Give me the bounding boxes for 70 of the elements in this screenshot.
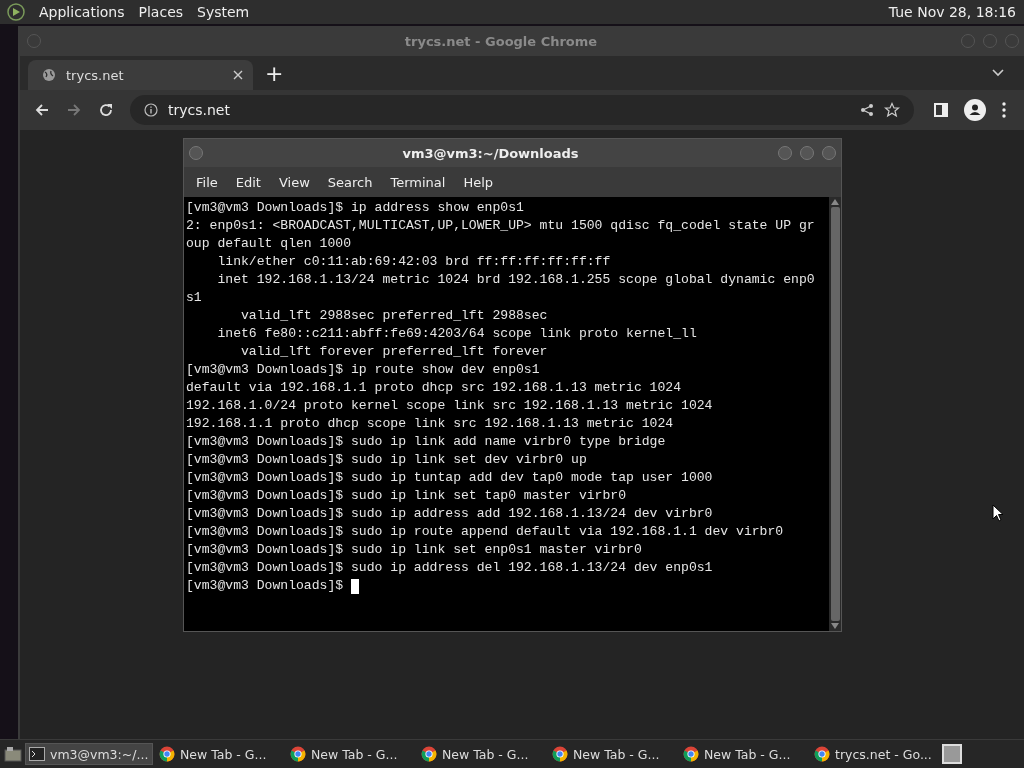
side-panel-icon[interactable] [934, 103, 948, 117]
menu-item[interactable]: Edit [226, 174, 270, 190]
terminal-prompt: [vm3@vm3 Downloads]$ [186, 577, 344, 595]
reload-icon[interactable] [98, 102, 114, 118]
terminal-line: inet 192.168.1.13/24 metric 1024 brd 192.168.1.255 scope global dynamic enp0 [216, 271, 816, 289]
taskbar-button[interactable]: New Tab - G... [549, 743, 677, 765]
taskbar-button[interactable]: vm3@vm3:~/... [25, 743, 153, 765]
chrome-icon [814, 746, 830, 762]
new-tab-button[interactable]: + [253, 60, 296, 90]
more-menu-icon[interactable] [1002, 102, 1006, 118]
menu-item[interactable]: Search [318, 174, 382, 190]
scroll-thumb[interactable] [830, 207, 840, 621]
text-cursor [351, 578, 360, 594]
chrome-icon [683, 746, 699, 762]
chrome-icon [421, 746, 437, 762]
star-icon[interactable] [884, 102, 900, 118]
globe-icon [42, 68, 56, 82]
menu-item[interactable]: Help [454, 174, 503, 190]
clock[interactable]: Tue Nov 28, 18:16 [888, 4, 1016, 20]
terminal-line: oup default qlen 1000 [186, 235, 352, 253]
browser-tab[interactable]: trycs.net [28, 60, 253, 90]
terminal-line: 2: enp0s1: <BROADCAST,MULTICAST,UP,LOWER_UP> mtu 1500 qdisc fq_codel state UP gr [186, 217, 816, 235]
terminal-line: valid_lft 2988sec preferred_lft 2988sec [240, 307, 549, 325]
terminal-line: [vm3@vm3 Downloads]$ sudo ip link set dev virbr0 up [186, 451, 588, 469]
terminal-line: [vm3@vm3 Downloads]$ ip address show enp0s1 [186, 199, 525, 217]
panel-menu[interactable]: Applications [32, 4, 132, 20]
menu-item[interactable]: View [269, 174, 319, 190]
taskbar-button[interactable]: New Tab - G... [287, 743, 415, 765]
scroll-down-icon[interactable] [831, 623, 839, 629]
chrome-icon [552, 746, 568, 762]
window-title: vm3@vm3:~/Downloads [401, 145, 580, 161]
share-icon[interactable] [860, 103, 874, 117]
terminal-line: 192.168.1.0/24 proto kernel scope link src 192.168.1.13 metric 1024 [186, 397, 714, 415]
terminal-icon [29, 747, 45, 761]
scroll-up-icon[interactable] [831, 199, 839, 205]
taskbar-button[interactable]: New Tab - G... [680, 743, 808, 765]
chrome-icon [290, 746, 306, 762]
menu-item[interactable]: Terminal [381, 174, 455, 190]
workspace-switcher-icon[interactable] [942, 744, 962, 764]
terminal-line: [vm3@vm3 Downloads]$ sudo ip tuntap add dev tap0 mode tap user 1000 [186, 469, 714, 487]
terminal-line: [vm3@vm3 Downloads]$ sudo ip link add name virbr0 type bridge [186, 433, 667, 451]
profile-icon[interactable] [964, 99, 986, 121]
address-bar[interactable]: trycs.net [130, 95, 914, 125]
chrome-icon [159, 746, 175, 762]
mouse-pointer-icon [992, 504, 1004, 522]
panel-menu[interactable]: System [190, 4, 257, 20]
taskbar-button[interactable]: New Tab - G... [156, 743, 284, 765]
terminal-line: [vm3@vm3 Downloads]$ sudo ip link set enp0s1 master virbr0 [186, 541, 643, 559]
forward-icon[interactable] [66, 102, 82, 118]
terminal-line: [vm3@vm3 Downloads]$ sudo ip address add 192.168.1.13/24 dev virbr0 [186, 505, 714, 523]
terminal-line: valid_lft forever preferred_lft forever [240, 343, 549, 361]
scrollbar[interactable] [829, 197, 841, 631]
panel-menu[interactable]: Places [131, 4, 191, 20]
terminal-line: inet6 fe80::c211:abff:fe69:4203/64 scope link proto kernel_ll [216, 325, 698, 343]
distro-logo-icon[interactable] [6, 2, 26, 22]
menu-item[interactable]: File [187, 174, 227, 190]
back-icon[interactable] [34, 102, 50, 118]
window-title: trycs.net - Google Chrome [403, 33, 599, 49]
terminal-line: [vm3@vm3 Downloads]$ sudo ip address del 192.168.1.13/24 dev enp0s1 [186, 559, 714, 577]
info-icon [144, 103, 158, 117]
taskbar-button[interactable]: New Tab - G... [418, 743, 546, 765]
terminal-line: default via 192.168.1.1 proto dhcp src 192.168.1.13 metric 1024 [186, 379, 683, 397]
taskbar-button[interactable]: trycs.net - Go... [811, 743, 939, 765]
terminal-line: link/ether c0:11:ab:69:42:03 brd ff:ff:ff:ff:ff:ff [216, 253, 612, 271]
terminal-line: s1 [186, 289, 203, 307]
terminal-line: [vm3@vm3 Downloads]$ ip route show dev enp0s1 [186, 361, 541, 379]
terminal-line: 192.168.1.1 proto dhcp scope link src 192.168.1.13 metric 1024 [186, 415, 675, 433]
terminal-line: [vm3@vm3 Downloads]$ sudo ip route append default via 192.168.1.1 dev virbr0 [186, 523, 785, 541]
chevron-down-icon[interactable] [992, 69, 1004, 77]
terminal-line: [vm3@vm3 Downloads]$ sudo ip link set tap0 master virbr0 [186, 487, 628, 505]
